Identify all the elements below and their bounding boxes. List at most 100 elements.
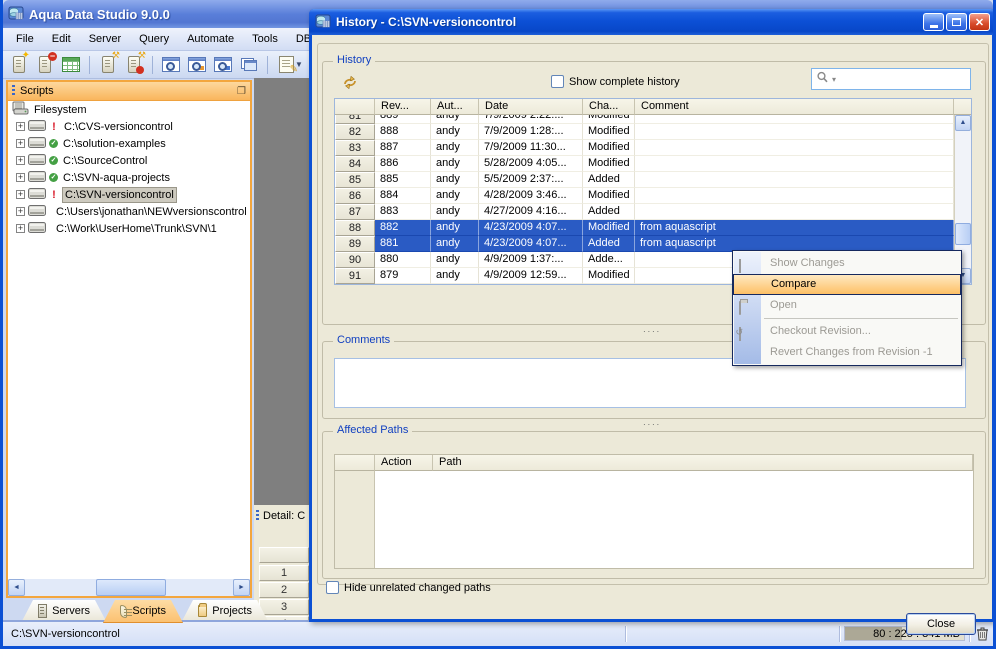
- column-header-rownum[interactable]: [335, 99, 375, 115]
- cell-author[interactable]: andy: [431, 115, 479, 124]
- scrollbar-thumb[interactable]: [96, 579, 166, 596]
- expand-plus-icon[interactable]: [16, 207, 25, 216]
- expand-plus-icon[interactable]: [16, 156, 25, 165]
- cell-author[interactable]: andy: [431, 188, 479, 204]
- cell-rownum[interactable]: 90: [335, 252, 375, 268]
- cell-change[interactable]: Modified: [583, 140, 635, 156]
- cell-comment[interactable]: [635, 124, 954, 140]
- cell-comment[interactable]: [635, 172, 954, 188]
- column-header-change[interactable]: Cha...: [583, 99, 635, 115]
- cell-date[interactable]: 4/27/2009 4:16...: [479, 204, 583, 220]
- open-script-button[interactable]: ▼: [274, 53, 308, 76]
- cell-date[interactable]: 5/5/2009 2:37:...: [479, 172, 583, 188]
- cell-author[interactable]: andy: [431, 252, 479, 268]
- column-header-author[interactable]: Aut...: [431, 99, 479, 115]
- cell-author[interactable]: andy: [431, 236, 479, 252]
- cell-comment[interactable]: [635, 204, 954, 220]
- table-row[interactable]: 86 884 andy 4/28/2009 3:46... Modified: [335, 188, 954, 204]
- cell-revision[interactable]: 889: [375, 115, 431, 124]
- cell-comment[interactable]: [635, 156, 954, 172]
- cell-date[interactable]: 7/9/2009 11:30...: [479, 140, 583, 156]
- tab-scripts[interactable]: Scripts: [103, 600, 183, 623]
- cell-revision[interactable]: 882: [375, 220, 431, 236]
- cell-change[interactable]: Modified: [583, 268, 635, 284]
- table-row[interactable]: 85 885 andy 5/5/2009 2:37:... Added: [335, 172, 954, 188]
- float-panel-icon[interactable]: ❐: [237, 86, 246, 97]
- cell-rownum[interactable]: 82: [335, 124, 375, 140]
- cell-revision[interactable]: 881: [375, 236, 431, 252]
- search-input[interactable]: [838, 72, 970, 86]
- cell-date[interactable]: 4/9/2009 1:37:...: [479, 252, 583, 268]
- cell-comment[interactable]: [635, 188, 954, 204]
- cell-author[interactable]: andy: [431, 220, 479, 236]
- cell-revision[interactable]: 887: [375, 140, 431, 156]
- cell-author[interactable]: andy: [431, 204, 479, 220]
- menu-item-checkout-revision[interactable]: Checkout Revision...: [733, 321, 961, 342]
- garbage-collect-button[interactable]: [976, 627, 989, 644]
- close-button[interactable]: Close: [906, 613, 976, 635]
- cell-rownum[interactable]: 87: [335, 204, 375, 220]
- menu-item-query[interactable]: Query: [130, 30, 178, 48]
- cell-change[interactable]: Modified: [583, 156, 635, 172]
- server-remove-tools-button[interactable]: [122, 50, 146, 76]
- tree-item-sourcecontrol[interactable]: ✓ C:\SourceControl: [8, 152, 250, 169]
- refresh-icon[interactable]: [341, 74, 359, 94]
- table-row[interactable]: 87 883 andy 4/27/2009 4:16... Added: [335, 204, 954, 220]
- cell-date[interactable]: 7/9/2009 1:28:...: [479, 124, 583, 140]
- cell-author[interactable]: andy: [431, 172, 479, 188]
- table-row[interactable]: 84 886 andy 5/28/2009 4:05... Modified: [335, 156, 954, 172]
- column-header-revision[interactable]: Rev...: [375, 99, 431, 115]
- column-header-rownum[interactable]: [335, 455, 375, 471]
- query-builder-button[interactable]: [211, 53, 235, 76]
- show-complete-history-checkbox[interactable]: [551, 75, 564, 88]
- cell-revision[interactable]: 879: [375, 268, 431, 284]
- cell-date[interactable]: 5/28/2009 4:05...: [479, 156, 583, 172]
- table-row[interactable]: 83 887 andy 7/9/2009 11:30... Modified: [335, 140, 954, 156]
- detail-grid-row-number[interactable]: 1: [259, 565, 309, 581]
- detail-grid-row-number[interactable]: 2: [259, 582, 309, 598]
- scroll-left-icon[interactable]: ◄: [8, 579, 25, 596]
- cell-author[interactable]: andy: [431, 140, 479, 156]
- cell-date[interactable]: 7/9/2009 2:22:...: [479, 115, 583, 124]
- cell-rownum[interactable]: 85: [335, 172, 375, 188]
- cell-date[interactable]: 4/23/2009 4:07...: [479, 220, 583, 236]
- cell-change[interactable]: Added: [583, 236, 635, 252]
- cell-author[interactable]: andy: [431, 156, 479, 172]
- tree-root-filesystem[interactable]: Filesystem: [8, 101, 250, 118]
- table-row-selected[interactable]: 88 882 andy 4/23/2009 4:07... Modified f…: [335, 220, 954, 236]
- expand-plus-icon[interactable]: [16, 190, 25, 199]
- tree-item-svn-versioncontrol[interactable]: ! C:\SVN-versioncontrol: [8, 186, 250, 203]
- tree-item-cvs-versioncontrol[interactable]: ! C:\CVS-versioncontrol: [8, 118, 250, 135]
- cell-rownum[interactable]: 86: [335, 188, 375, 204]
- cell-rownum[interactable]: 83: [335, 140, 375, 156]
- column-header-path[interactable]: Path: [433, 455, 973, 471]
- table-data-button[interactable]: [59, 53, 83, 76]
- cell-change[interactable]: Modified: [583, 220, 635, 236]
- expand-plus-icon[interactable]: [16, 224, 25, 233]
- menu-item-edit[interactable]: Edit: [43, 30, 80, 48]
- query-analyzer-button[interactable]: [159, 53, 183, 76]
- cell-rownum[interactable]: 91: [335, 268, 375, 284]
- table-row[interactable]: 81 889 andy 7/9/2009 2:22:... Modified: [335, 115, 954, 124]
- tree-item-svn-aqua-projects[interactable]: ✓ C:\SVN-aqua-projects: [8, 169, 250, 186]
- column-header-comment[interactable]: Comment: [635, 99, 954, 115]
- scroll-right-icon[interactable]: ►: [233, 579, 250, 596]
- menu-item-server[interactable]: Server: [80, 30, 130, 48]
- menu-item-file[interactable]: File: [7, 30, 43, 48]
- expand-plus-icon[interactable]: [16, 122, 25, 131]
- cell-date[interactable]: 4/28/2009 3:46...: [479, 188, 583, 204]
- scroll-up-icon[interactable]: ▲: [955, 115, 971, 131]
- horizontal-scrollbar[interactable]: ◄ ►: [8, 579, 250, 596]
- column-header-action[interactable]: Action: [375, 455, 433, 471]
- tree-item-work-userhome-trunk[interactable]: C:\Work\UserHome\Trunk\SVN\1: [8, 220, 250, 237]
- cell-date[interactable]: 4/23/2009 4:07...: [479, 236, 583, 252]
- tree-item-new-versionscontrol[interactable]: C:\Users\jonathan\NEWversionscontrol: [8, 203, 250, 220]
- tree-item-solution-examples[interactable]: ✓ C:\solution-examples: [8, 135, 250, 152]
- table-row[interactable]: 82 888 andy 7/9/2009 1:28:... Modified: [335, 124, 954, 140]
- splitter-handle[interactable]: [612, 421, 692, 429]
- cell-rownum[interactable]: 81: [335, 115, 375, 124]
- cell-author[interactable]: andy: [431, 124, 479, 140]
- grip-handle-icon[interactable]: [256, 510, 259, 522]
- cell-author[interactable]: andy: [431, 268, 479, 284]
- cell-change[interactable]: Added: [583, 204, 635, 220]
